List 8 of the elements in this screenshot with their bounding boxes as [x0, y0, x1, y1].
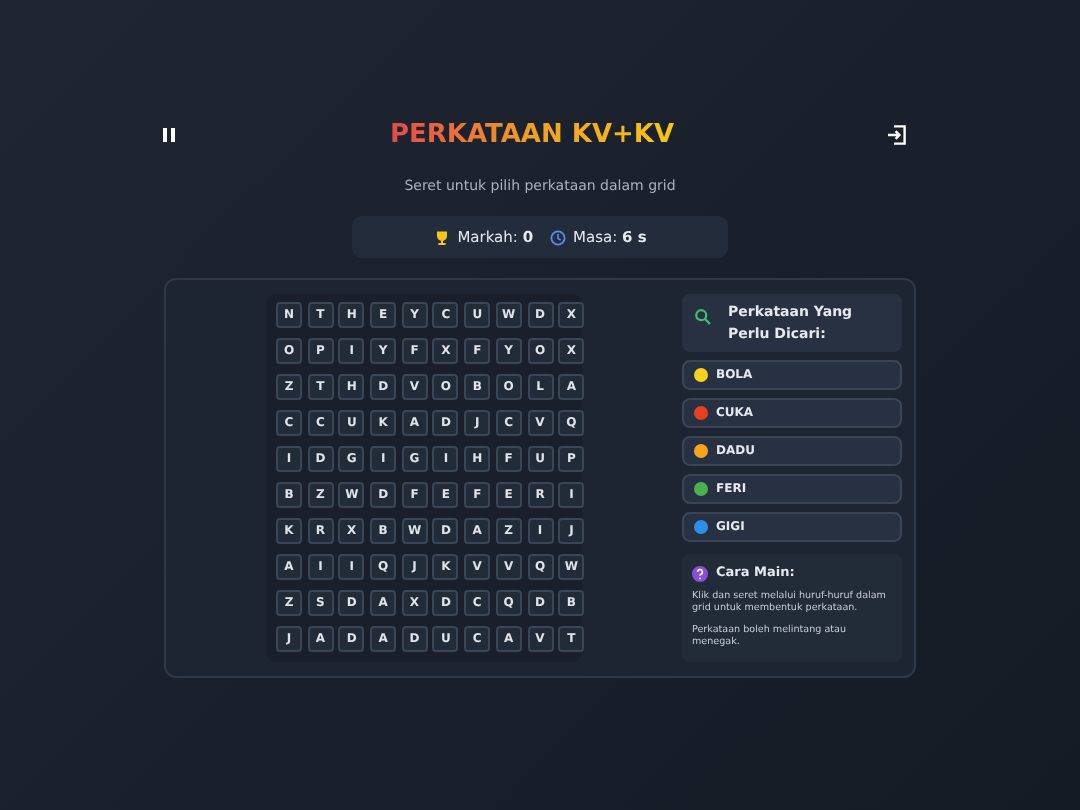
pause-button[interactable]: [160, 126, 178, 145]
exit-button[interactable]: [886, 124, 908, 147]
search-icon: [694, 308, 712, 327]
exit-icon: [886, 124, 908, 147]
trophy-icon: [433, 229, 450, 246]
pause-icon: [160, 126, 178, 145]
question-icon: [692, 565, 708, 582]
clock-icon: [549, 229, 566, 246]
